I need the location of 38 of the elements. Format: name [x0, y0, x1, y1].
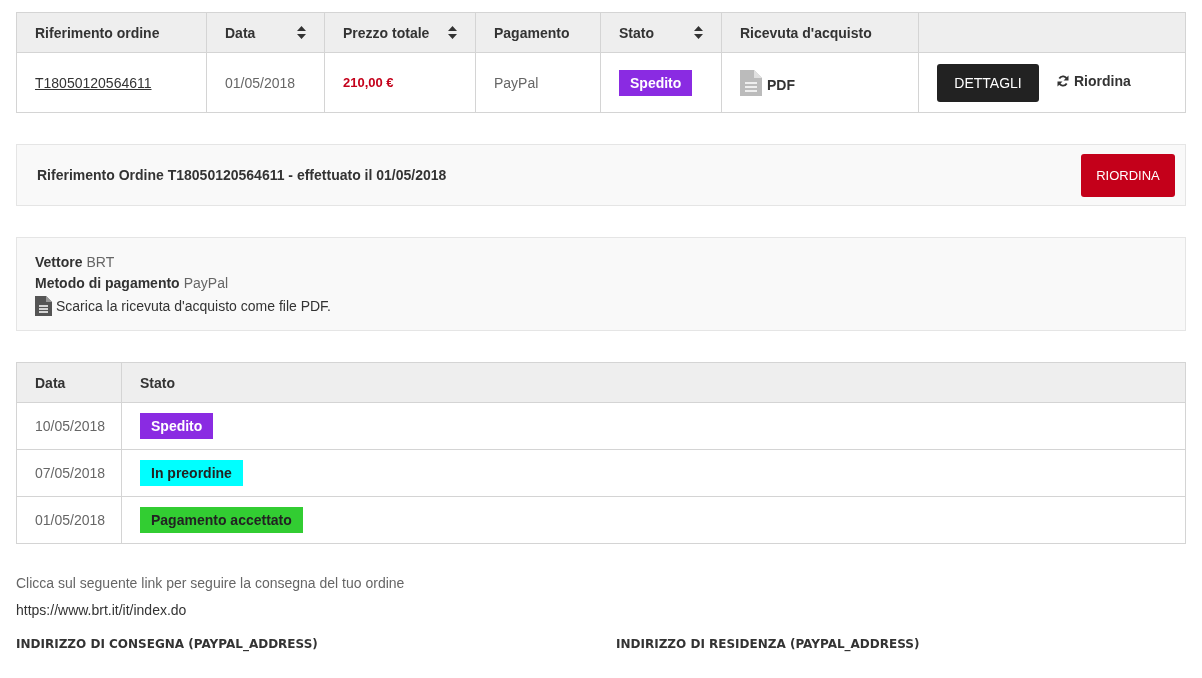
- payment-method-label: Metodo di pagamento: [35, 275, 180, 291]
- details-button[interactable]: DETTAGLI: [937, 63, 1039, 102]
- column-header[interactable]: Stato: [600, 12, 722, 53]
- column-header[interactable]: Prezzo totale: [324, 12, 476, 53]
- column-header: Ricevuta d'acquisto: [721, 12, 919, 53]
- table-cell: 07/05/2018: [16, 449, 122, 497]
- receipt-download-link[interactable]: Scarica la ricevuta d'acquisto come file PDF.: [56, 298, 331, 314]
- table-cell: 01/05/2018: [16, 496, 122, 544]
- table-cell: 210,00 €: [324, 52, 476, 113]
- reorder-link[interactable]: Riordina: [1057, 72, 1131, 89]
- table-cell: PayPal: [475, 52, 601, 113]
- document-icon[interactable]: [35, 296, 52, 316]
- status-badge: Pagamento accettato: [140, 507, 303, 533]
- column-header: Riferimento ordine: [16, 12, 207, 53]
- status-badge: Spedito: [619, 69, 693, 96]
- carrier-label: Vettore: [35, 254, 83, 270]
- residence-address-heading: INDIRIZZO DI RESIDENZA (PAYPAL_ADDRESS): [616, 637, 921, 651]
- sort-icon[interactable]: [694, 26, 703, 39]
- status-badge: In preordine: [140, 460, 243, 486]
- sort-icon[interactable]: [448, 26, 457, 39]
- table-cell: 01/05/2018: [206, 52, 325, 113]
- tracking-text: Clicca sul seguente link per seguire la consegna del tuo ordine: [16, 575, 406, 591]
- tracking-link[interactable]: https://www.brt.it/it/index.do: [16, 602, 187, 618]
- payment-method-value: PayPal: [183, 275, 229, 291]
- carrier-value: BRT: [86, 254, 115, 270]
- order-reference-link[interactable]: T18050120564611: [35, 74, 152, 91]
- column-header: Pagamento: [475, 12, 601, 53]
- column-header: Data: [16, 362, 122, 403]
- sort-icon[interactable]: [297, 26, 306, 39]
- table-cell: 10/05/2018: [16, 402, 122, 450]
- status-badge: Spedito: [140, 413, 214, 439]
- pdf-link[interactable]: PDF: [767, 76, 795, 93]
- delivery-address-heading: INDIRIZZO DI CONSEGNA (PAYPAL_ADDRESS): [16, 637, 319, 651]
- column-header: Stato: [121, 362, 1186, 403]
- refresh-icon: [1057, 74, 1069, 87]
- column-header[interactable]: Data: [206, 12, 325, 53]
- order-title: Riferimento Ordine T18050120564611 - effettuato il 01/05/2018: [37, 167, 447, 183]
- reorder-button[interactable]: RIORDINA: [1081, 153, 1175, 197]
